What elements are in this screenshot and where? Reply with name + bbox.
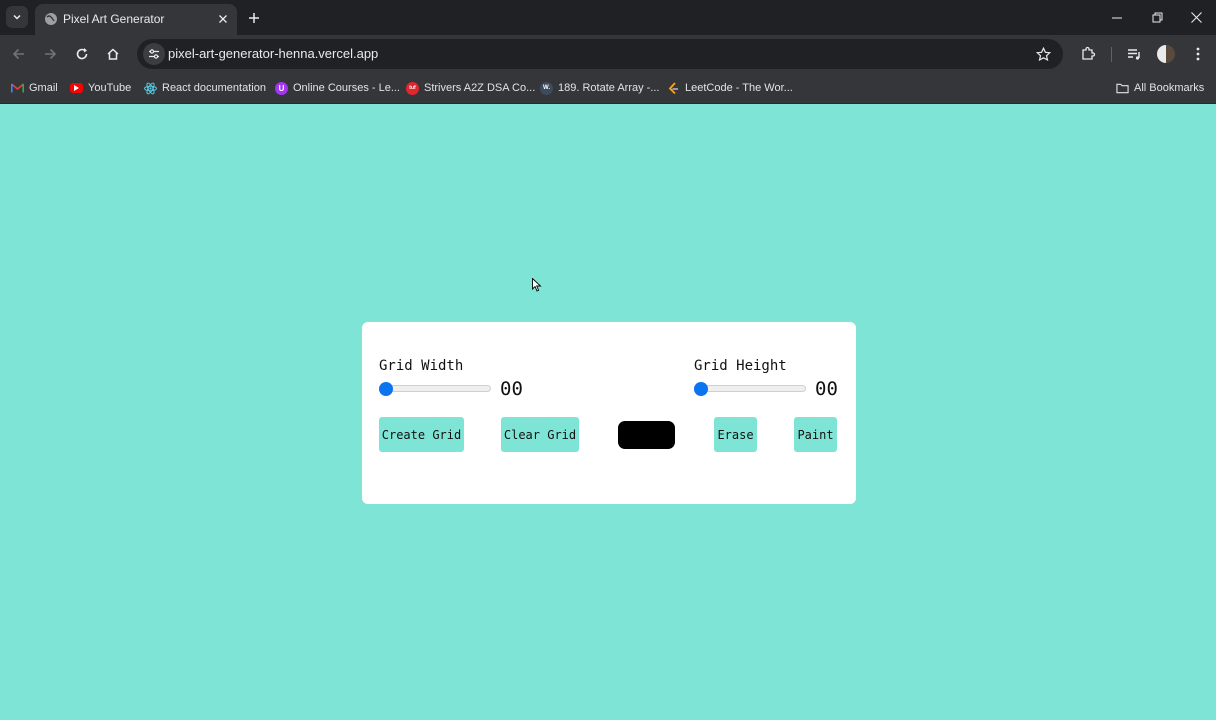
bookmark-youtube[interactable]: YouTube xyxy=(70,79,131,97)
bookmark-star-button[interactable] xyxy=(1034,45,1052,63)
tab-title: Pixel Art Generator xyxy=(63,12,165,26)
close-icon xyxy=(1190,12,1202,23)
back-button[interactable] xyxy=(9,44,29,64)
profile-avatar[interactable] xyxy=(1157,45,1175,63)
reload-button[interactable] xyxy=(72,44,92,64)
reload-icon xyxy=(76,48,88,60)
address-bar[interactable]: pixel-art-generator-henna.vercel.app xyxy=(137,39,1063,69)
folder-icon xyxy=(1116,82,1129,95)
all-bookmarks-label: All Bookmarks xyxy=(1134,82,1205,94)
globe-icon xyxy=(45,13,57,25)
close-window-button[interactable] xyxy=(1176,0,1216,35)
grid-width-label: Grid Width xyxy=(379,358,464,374)
mouse-cursor-icon xyxy=(532,278,542,292)
controls-card: Grid Width 00 Grid Height 00 Create Grid… xyxy=(362,322,856,504)
url-text: pixel-art-generator-henna.vercel.app xyxy=(168,46,379,61)
bookmark-label: Online Courses - Le... xyxy=(293,82,400,94)
chevron-down-icon xyxy=(13,14,21,20)
puzzle-icon xyxy=(1082,46,1096,60)
browser-tab[interactable]: Pixel Art Generator xyxy=(35,4,237,35)
paint-button[interactable]: Paint xyxy=(794,417,837,452)
tune-icon xyxy=(149,49,159,59)
grid-width-slider-thumb[interactable] xyxy=(379,382,393,396)
youtube-icon xyxy=(70,83,83,93)
tuf-icon: tuf xyxy=(406,81,419,95)
home-button[interactable] xyxy=(103,44,123,64)
plus-icon xyxy=(249,13,259,23)
grid-width-value: 00 xyxy=(500,378,523,400)
bookmark-rotate-array[interactable]: W. 189. Rotate Array -... xyxy=(540,79,660,97)
close-icon xyxy=(219,15,227,23)
restore-button[interactable] xyxy=(1137,0,1177,35)
bookmark-label: LeetCode - The Wor... xyxy=(685,82,793,94)
leetcode-icon xyxy=(667,81,680,95)
create-grid-button[interactable]: Create Grid xyxy=(379,417,464,452)
playlist-icon xyxy=(1128,49,1140,60)
bookmark-label: React documentation xyxy=(162,82,266,94)
minimize-icon xyxy=(1112,17,1122,18)
bookmark-label: Strivers A2Z DSA Co... xyxy=(424,82,536,94)
home-icon xyxy=(107,48,119,60)
restore-icon xyxy=(1152,12,1162,23)
erase-button[interactable]: Erase xyxy=(714,417,757,452)
react-icon xyxy=(144,82,157,95)
arrow-left-icon xyxy=(12,48,24,60)
bookmark-gmail[interactable]: Gmail xyxy=(11,79,58,97)
tab-search-button[interactable] xyxy=(6,6,28,28)
grid-height-value: 00 xyxy=(815,378,838,400)
grid-height-label: Grid Height xyxy=(694,358,787,374)
bookmark-label: Gmail xyxy=(29,82,58,94)
page-content: Grid Width 00 Grid Height 00 Create Grid… xyxy=(0,104,1216,720)
close-tab-button[interactable] xyxy=(215,11,231,27)
clear-grid-button[interactable]: Clear Grid xyxy=(501,417,579,452)
site-info-button[interactable] xyxy=(143,43,165,65)
toolbar-separator xyxy=(1111,47,1112,62)
grid-width-slider[interactable] xyxy=(379,382,491,396)
chrome-menu-button[interactable] xyxy=(1188,44,1208,64)
grid-height-slider-thumb[interactable] xyxy=(694,382,708,396)
bookmark-react-documentation[interactable]: React documentation xyxy=(144,79,266,97)
extensions-button[interactable] xyxy=(1078,44,1098,64)
all-bookmarks-button[interactable]: All Bookmarks xyxy=(1116,79,1204,97)
grid-height-slider[interactable] xyxy=(694,382,806,396)
bookmarks-bar: Gmail YouTube React documentation U Onli… xyxy=(0,73,1216,104)
bookmark-label: YouTube xyxy=(88,82,132,94)
udemy-icon: U xyxy=(275,81,288,95)
bookmark-leetcode[interactable]: LeetCode - The Wor... xyxy=(667,79,793,97)
minimize-button[interactable] xyxy=(1097,0,1137,35)
forward-button[interactable] xyxy=(40,44,60,64)
bookmark-label: 189. Rotate Array -... xyxy=(558,82,660,94)
bookmark-strivers-a2z[interactable]: tuf Strivers A2Z DSA Co... xyxy=(406,79,535,97)
gmail-icon xyxy=(11,82,24,95)
bookmark-online-courses[interactable]: U Online Courses - Le... xyxy=(275,79,400,97)
leetcode-wc-icon: W. xyxy=(540,81,553,95)
more-vertical-icon xyxy=(1196,47,1200,61)
media-controls-button[interactable] xyxy=(1124,44,1144,64)
color-picker[interactable] xyxy=(618,421,675,449)
new-tab-button[interactable] xyxy=(245,9,263,27)
tab-strip: Pixel Art Generator xyxy=(0,0,1216,35)
star-icon xyxy=(1035,46,1051,61)
arrow-right-icon xyxy=(45,48,57,60)
browser-toolbar: pixel-art-generator-henna.vercel.app xyxy=(0,35,1216,73)
